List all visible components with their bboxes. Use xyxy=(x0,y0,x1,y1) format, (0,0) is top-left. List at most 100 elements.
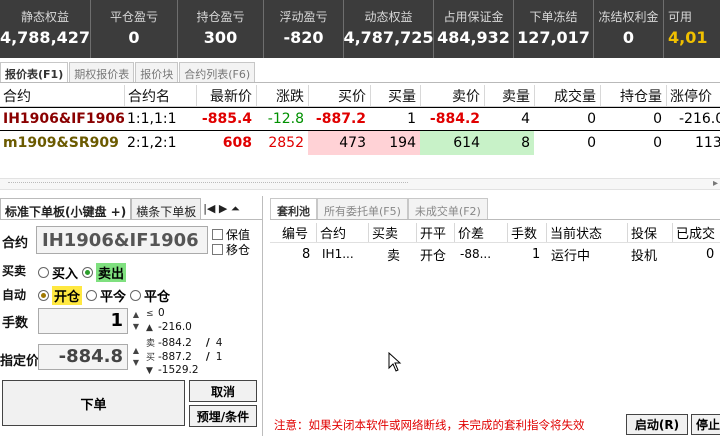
col-header-change[interactable]: 涨跌 xyxy=(256,85,308,106)
cancel-button[interactable]: 取消 xyxy=(189,380,257,402)
contract-input[interactable]: IH1906&IF1906 xyxy=(36,226,208,254)
limit-up-icon: ▲ xyxy=(146,323,153,333)
close-today-radio[interactable]: 平今 xyxy=(86,286,126,305)
tab-horizontal-order-board[interactable]: 横条下单板 xyxy=(131,198,202,219)
col-header-contract[interactable]: 合约 xyxy=(316,223,354,242)
sell-radio[interactable]: 卖出 xyxy=(82,263,127,282)
stat-available: 可用 4,01 xyxy=(664,0,720,58)
cell-volume: 0 xyxy=(587,135,596,151)
bid-line[interactable]: 买 -887.2 / 1 xyxy=(146,350,222,363)
radio-dot[interactable] xyxy=(130,290,142,301)
close-radio[interactable]: 平仓 xyxy=(130,286,170,305)
price-label: 指定价 xyxy=(0,354,40,369)
radio-dot[interactable] xyxy=(38,267,49,278)
qty-input[interactable]: 1 xyxy=(38,308,128,334)
conditional-order-button[interactable]: 预埋/条件 xyxy=(189,405,257,427)
cell-ask[interactable]: -884.2 xyxy=(420,108,484,130)
cell-bid-vol: 1 xyxy=(407,111,416,127)
cell-ask[interactable]: 614 xyxy=(420,131,484,155)
cell-offset: 开仓 xyxy=(420,248,447,264)
stat-label: 冻结权利金 xyxy=(598,10,659,24)
limit-le-value: 0 xyxy=(158,307,165,319)
limit-down-line: ▼ -1529.2 xyxy=(146,364,199,376)
cell-id: 8 xyxy=(302,246,311,262)
cell-side: 卖 xyxy=(387,248,401,264)
tab-quote-table[interactable]: 报价表(F1) xyxy=(0,62,69,82)
sell-radio-label: 卖出 xyxy=(96,263,127,282)
col-header-offset[interactable]: 开平 xyxy=(416,223,456,242)
stat-value: 484,932 xyxy=(437,28,510,47)
col-header-ask[interactable]: 卖价 xyxy=(420,85,484,106)
contract-label: 合约 xyxy=(2,236,29,251)
quote-row[interactable]: IH1906&IF1906 1:1,1:1 -885.4 -12.8 -887.… xyxy=(0,107,720,131)
tab-option-quote[interactable]: 期权报价表 xyxy=(69,62,135,82)
radio-dot[interactable] xyxy=(82,267,94,278)
qty-down-icon[interactable]: ▼ xyxy=(129,321,143,334)
ask-line[interactable]: 卖 -884.2 / 4 xyxy=(146,336,222,349)
checkbox-box[interactable] xyxy=(212,229,223,240)
order-entry-panel: 标准下单板(小键盘 +) 横条下单板 |◀ ▶ ⏶ 合约 IH1906&IF19… xyxy=(0,196,263,436)
col-header-side[interactable]: 买卖 xyxy=(368,223,408,242)
open-radio-label: 开仓 xyxy=(52,286,83,305)
price-down-icon[interactable]: ▼ xyxy=(129,357,143,370)
quote-horizontal-scrollbar[interactable]: ▸ xyxy=(0,178,720,190)
shift-position-checkbox[interactable]: 移仓 xyxy=(212,241,250,258)
radio-dot[interactable] xyxy=(86,290,98,301)
tab-standard-order-board[interactable]: 标准下单板(小键盘 +) xyxy=(0,198,132,219)
stop-button[interactable]: 停止 xyxy=(691,414,720,435)
tab-all-orders[interactable]: 所有委托单(F5) xyxy=(317,198,408,219)
checkbox-box[interactable] xyxy=(212,244,223,255)
buy-radio[interactable]: 买入 xyxy=(38,263,78,282)
tab-nav-arrows-icon[interactable]: |◀ ▶ ⏶ xyxy=(201,198,241,219)
order-panel-tabs: 标准下单板(小键盘 +) 横条下单板 |◀ ▶ ⏶ xyxy=(0,198,263,220)
col-header-bid-vol[interactable]: 买量 xyxy=(370,85,420,106)
ask-vol-value: 4 xyxy=(215,337,223,349)
col-header-name[interactable]: 合约名 xyxy=(124,85,196,106)
stat-position-pnl: 持仓盈亏 300 xyxy=(178,0,264,58)
cell-ask-vol: 4 xyxy=(521,111,530,127)
col-header-filled[interactable]: 已成交 xyxy=(672,223,720,242)
quote-row[interactable]: m1909&SR909 2:1,2:1 608 2852 473 194 614… xyxy=(0,131,720,155)
place-order-button[interactable]: 下单 xyxy=(2,380,185,426)
arbitrage-panel: 套利池 所有委托单(F5) 未成交单(F2) 编号 合约 买卖 开平 价差 手数… xyxy=(270,196,720,436)
col-header-spread[interactable]: 价差 xyxy=(454,223,504,242)
side-label: 买卖 xyxy=(2,264,27,278)
stat-frozen-premium: 冻结权利金 0 xyxy=(594,0,664,58)
tab-contract-list[interactable]: 合约列表(F6) xyxy=(179,62,256,82)
col-header-contract[interactable]: 合约 xyxy=(0,85,124,106)
cell-limit-up: 1130 xyxy=(695,135,720,151)
close-today-radio-label: 平今 xyxy=(100,290,127,305)
col-header-limit-up[interactable]: 涨停价 xyxy=(666,85,720,106)
stat-value: 127,017 xyxy=(517,28,590,47)
col-header-open-interest[interactable]: 持仓量 xyxy=(600,85,666,106)
tab-quote-block[interactable]: 报价块 xyxy=(135,62,179,82)
col-header-status[interactable]: 当前状态 xyxy=(546,223,626,242)
cell-spread: -88... xyxy=(460,247,492,261)
scroll-right-icon[interactable]: ▸ xyxy=(713,178,718,189)
cell-qty: 1 xyxy=(532,246,541,262)
stat-value: 4,01 xyxy=(668,28,708,47)
scroll-track[interactable] xyxy=(8,182,408,187)
offset-radio-group: 开仓 平今 平仓 xyxy=(38,286,174,305)
col-header-hedge[interactable]: 投保 xyxy=(627,223,672,242)
open-radio[interactable]: 开仓 xyxy=(38,286,83,305)
col-header-last[interactable]: 最新价 xyxy=(196,85,256,106)
radio-dot[interactable] xyxy=(38,290,49,301)
col-header-bid[interactable]: 买价 xyxy=(308,85,370,106)
cell-name: 2:1,2:1 xyxy=(127,135,177,151)
disconnect-warning: 注意：如果关闭本软件或网络断线，未完成的套利指令将失效 xyxy=(274,418,585,432)
tab-unfilled-orders[interactable]: 未成交单(F2) xyxy=(407,198,488,219)
start-button[interactable]: 启动(R) xyxy=(626,414,688,435)
cell-bid[interactable]: 473 xyxy=(308,131,370,155)
col-header-volume[interactable]: 成交量 xyxy=(534,85,600,106)
price-input[interactable]: -884.8 xyxy=(38,344,128,370)
cell-bid[interactable]: -887.2 xyxy=(308,108,370,130)
col-header-ask-vol[interactable]: 卖量 xyxy=(484,85,534,106)
slash: / xyxy=(205,337,210,349)
cell-limit-up: -216.0 xyxy=(679,111,720,127)
tab-arbitrage-pool[interactable]: 套利池 xyxy=(270,198,317,219)
arbitrage-row[interactable]: 8 IH1... 卖 开仓 -88... 1 运行中 投机 0 xyxy=(270,244,720,264)
col-header-qty[interactable]: 手数 xyxy=(507,223,543,242)
stat-value: 4,788,427 xyxy=(0,28,91,47)
cell-contract: m1909&SR909 xyxy=(3,135,119,151)
